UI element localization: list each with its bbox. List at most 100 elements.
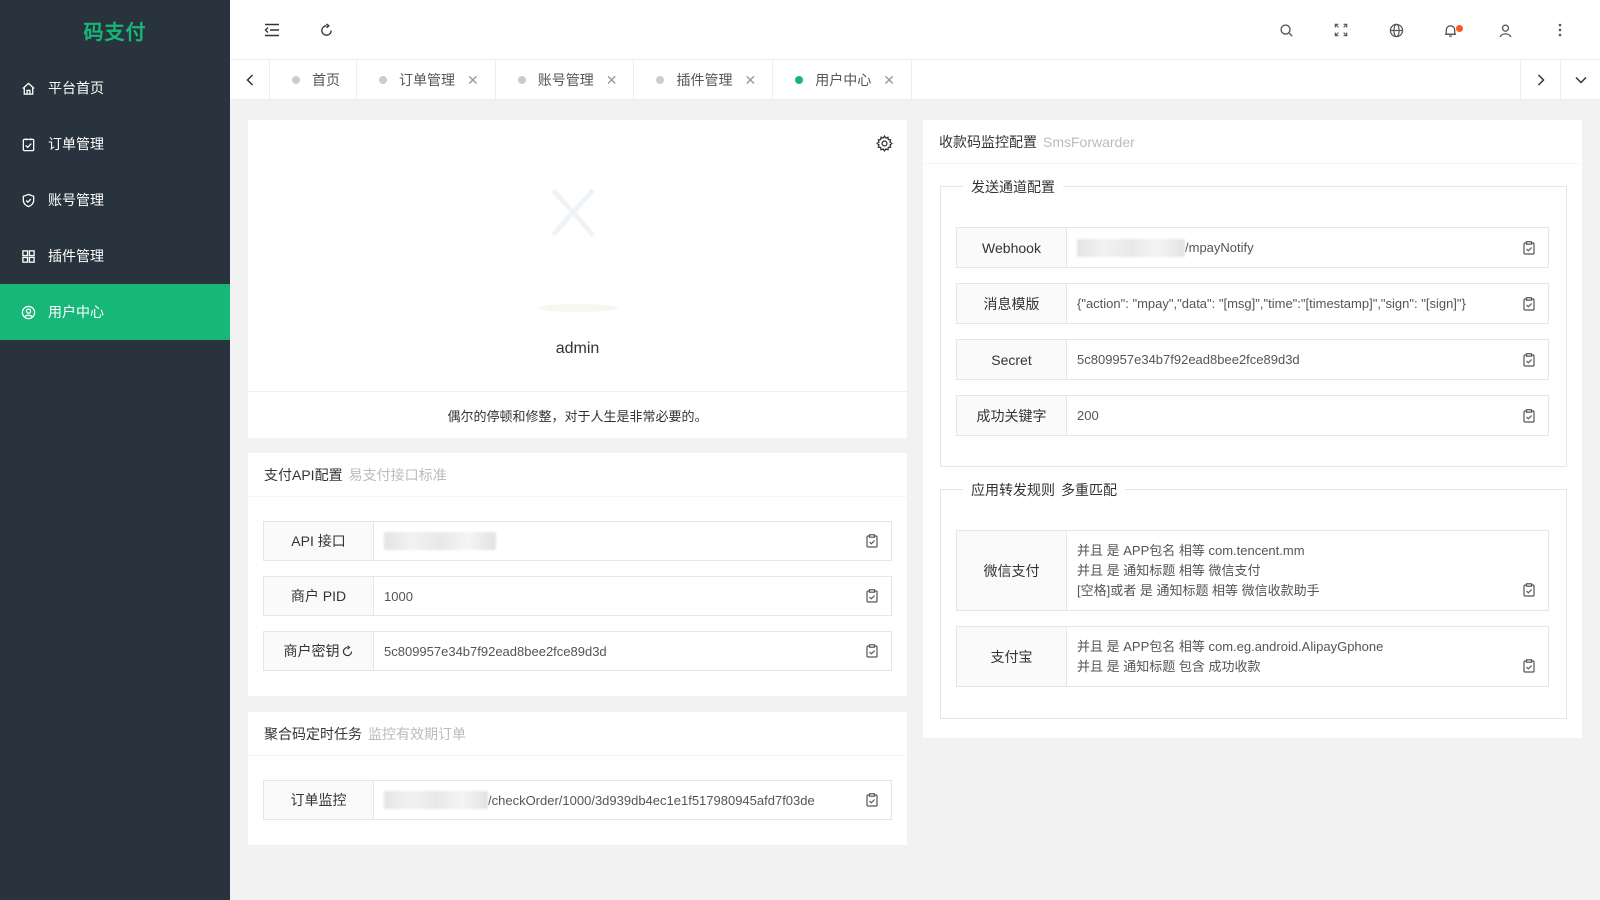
copy-icon[interactable]	[865, 533, 879, 549]
sidebar-item-home[interactable]: 平台首页	[0, 60, 230, 116]
chevron-right-icon	[1537, 74, 1545, 86]
sidebar-item-accounts[interactable]: 账号管理	[0, 172, 230, 228]
menu-fold-icon[interactable]	[262, 20, 282, 40]
sidebar-item-user-center[interactable]: 用户中心	[0, 284, 230, 340]
tab-dot	[656, 76, 665, 84]
field-label: 商户密钥	[283, 643, 340, 659]
chevron-down-icon	[1574, 76, 1587, 84]
field-value: {"action": "mpay","data": "[msg]","time"…	[1077, 296, 1466, 311]
panel-subtitle: 易支付接口标准	[348, 467, 447, 483]
globe-icon[interactable]	[1386, 20, 1406, 40]
redacted-value	[384, 791, 488, 809]
legend-subtitle: 多重匹配	[1061, 482, 1117, 498]
copy-icon[interactable]	[1522, 408, 1536, 424]
copy-icon[interactable]	[865, 643, 879, 659]
panel-header: 收款码监控配置 SmsForwarder	[923, 120, 1582, 164]
tab-label: 用户中心	[815, 72, 872, 88]
avatar	[533, 160, 623, 320]
search-icon[interactable]	[1276, 20, 1296, 40]
bell-icon[interactable]	[1440, 20, 1463, 40]
profile-motto: 偶尔的停顿和修整，对于人生是非常必要的。	[248, 391, 907, 438]
copy-icon[interactable]	[865, 588, 879, 604]
fullscreen-icon[interactable]	[1331, 20, 1351, 40]
rule-alipay-field: 支付宝 并且 是 APP包名 相等 com.eg.android.AlipayG…	[956, 626, 1549, 687]
copy-icon[interactable]	[1522, 240, 1536, 256]
tab-orders[interactable]: 订单管理 ✕	[357, 60, 496, 100]
sidebar-item-label: 用户中心	[48, 304, 104, 320]
merchant-key-value[interactable]: 5c809957e34b7f92ead8bee2fce89d3d	[374, 632, 891, 670]
channel-fieldset: 发送通道配置 Webhook /mpayNotify 消息模版 {"action…	[940, 177, 1567, 467]
message-template-value[interactable]: {"action": "mpay","data": "[msg]","time"…	[1067, 284, 1548, 323]
close-icon[interactable]: ✕	[883, 73, 895, 87]
copy-icon[interactable]	[1522, 296, 1536, 312]
field-label: Webhook	[957, 228, 1067, 267]
copy-icon[interactable]	[1522, 582, 1536, 598]
webhook-value[interactable]: /mpayNotify	[1067, 228, 1548, 267]
gear-icon[interactable]	[875, 134, 893, 152]
panel-header: 聚合码定时任务 监控有效期订单	[248, 712, 907, 756]
sidebar-item-label: 账号管理	[48, 192, 104, 208]
close-icon[interactable]: ✕	[744, 73, 756, 87]
sidebar-item-label: 平台首页	[48, 80, 104, 96]
rule-wechat-field: 微信支付 并且 是 APP包名 相等 com.tencent.mm 并且 是 通…	[956, 530, 1549, 611]
rule-line: 并且 是 APP包名 相等 com.tencent.mm	[1077, 542, 1305, 558]
success-keyword-field: 成功关键字 200	[956, 395, 1549, 436]
refresh-icon[interactable]	[316, 20, 336, 40]
home-icon	[20, 80, 36, 96]
tab-label: 账号管理	[537, 72, 594, 88]
more-vertical-icon[interactable]	[1550, 20, 1570, 40]
rules-fieldset: 应用转发规则 多重匹配 微信支付 并且 是 APP包名 相等 com.tencen…	[940, 480, 1567, 719]
sidebar-item-orders[interactable]: 订单管理	[0, 116, 230, 172]
tab-label: 订单管理	[399, 72, 455, 88]
close-icon[interactable]: ✕	[467, 73, 479, 87]
tab-plugins[interactable]: 插件管理 ✕	[634, 60, 774, 100]
refresh-key-icon[interactable]	[341, 644, 354, 658]
tab-home[interactable]: 首页	[270, 60, 357, 100]
field-label: 商户 PID	[264, 577, 374, 615]
api-endpoint-value[interactable]	[374, 522, 891, 560]
rule-line: 并且 是 通知标题 相等 微信支付	[1077, 562, 1261, 578]
tab-list: 首页 订单管理 ✕ 账号管理 ✕ 插件管理 ✕ 用户中心 ✕	[270, 60, 912, 100]
secret-field: Secret 5c809957e34b7f92ead8bee2fce89d3d	[956, 339, 1549, 380]
profile-card: admin 偶尔的停顿和修整，对于人生是非常必要的。	[248, 120, 907, 438]
merchant-pid-value[interactable]: 1000	[374, 577, 891, 615]
order-monitor-value[interactable]: /checkOrder/1000/3d939db4ec1e1f517980945…	[374, 781, 891, 819]
copy-icon[interactable]	[1522, 352, 1536, 368]
tab-accounts[interactable]: 账号管理 ✕	[496, 60, 635, 100]
field-label: 订单监控	[264, 781, 374, 819]
sidebar: 码支付 平台首页 订单管理 账号管理 插件管理 用户中心	[0, 0, 230, 900]
username: admin	[555, 340, 600, 357]
tab-dot	[517, 76, 526, 84]
sidebar-item-plugins[interactable]: 插件管理	[0, 228, 230, 284]
user-circle-icon	[20, 304, 36, 320]
chevron-left-icon	[245, 74, 253, 86]
message-template-field: 消息模版 {"action": "mpay","data": "[msg]","…	[956, 283, 1549, 324]
legend-title: 应用转发规则	[971, 482, 1055, 498]
tab-user-center[interactable]: 用户中心 ✕	[773, 60, 912, 100]
field-value: 5c809957e34b7f92ead8bee2fce89d3d	[384, 643, 607, 659]
tab-label: 插件管理	[676, 72, 733, 88]
sidebar-item-label: 插件管理	[48, 248, 104, 264]
cron-task-panel: 聚合码定时任务 监控有效期订单 订单监控 /checkOrder/1000/3d9…	[248, 712, 907, 845]
copy-icon[interactable]	[865, 792, 879, 808]
merchant-pid-field: 商户 PID 1000	[263, 576, 892, 616]
tab-scroll-left-button[interactable]	[230, 60, 270, 100]
field-label: 成功关键字	[957, 396, 1067, 435]
merchant-key-field: 商户密钥 5c809957e34b7f92ead8bee2fce89d3d	[263, 631, 892, 671]
redacted-value	[1077, 238, 1185, 257]
pay-api-panel: 支付API配置 易支付接口标准 API 接口 商户 PID 1000 商户密钥 5…	[248, 453, 907, 696]
field-label: 微信支付	[957, 531, 1067, 610]
close-icon[interactable]: ✕	[606, 73, 618, 87]
user-icon[interactable]	[1495, 20, 1515, 40]
success-keyword-value[interactable]: 200	[1067, 396, 1548, 435]
rule-wechat-value[interactable]: 并且 是 APP包名 相等 com.tencent.mm 并且 是 通知标题 相…	[1067, 531, 1548, 610]
notification-dot	[1456, 25, 1463, 32]
field-label: 支付宝	[957, 627, 1067, 686]
rule-alipay-value[interactable]: 并且 是 APP包名 相等 com.eg.android.AlipayGphon…	[1067, 627, 1548, 686]
secret-value[interactable]: 5c809957e34b7f92ead8bee2fce89d3d	[1067, 340, 1548, 379]
field-label: 消息模版	[957, 284, 1067, 323]
tab-menu-dropdown[interactable]	[1560, 60, 1600, 100]
tab-scroll-right-button[interactable]	[1520, 60, 1560, 100]
top-header	[230, 0, 1600, 60]
copy-icon[interactable]	[1522, 658, 1536, 674]
